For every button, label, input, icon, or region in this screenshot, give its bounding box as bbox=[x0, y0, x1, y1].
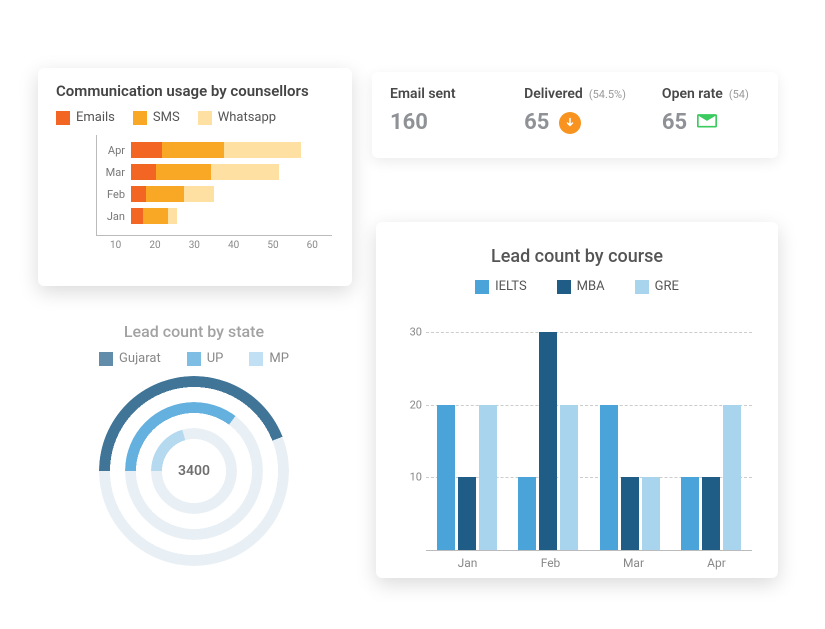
course-bar-mba bbox=[458, 477, 476, 550]
state-radial-chart: 3400 bbox=[99, 376, 289, 566]
comm-seg-emails bbox=[131, 186, 146, 202]
course-bar-ielts bbox=[681, 477, 699, 550]
course-title: Lead count by course bbox=[396, 246, 758, 267]
legend-gre: GRE bbox=[635, 279, 679, 294]
course-bar-mba bbox=[702, 477, 720, 550]
swatch-emails bbox=[56, 111, 70, 125]
legend-ielts: IELTS bbox=[475, 279, 527, 294]
course-legend: IELTS MBA GRE bbox=[396, 279, 758, 294]
open-rate-value: 65 bbox=[662, 110, 687, 135]
legend-gujarat: Gujarat bbox=[99, 351, 161, 366]
course-bar-ielts bbox=[600, 405, 618, 550]
state-title: Lead count by state bbox=[54, 322, 334, 341]
comm-seg-sms bbox=[146, 186, 183, 202]
comm-seg-emails bbox=[131, 142, 162, 158]
course-bar-gre bbox=[723, 405, 741, 550]
legend-emails: Emails bbox=[56, 110, 115, 125]
stat-delivered: Delivered(54.5%) 65 bbox=[506, 72, 644, 158]
comm-seg-whatsapp bbox=[211, 164, 279, 180]
communication-usage-chart: AprMarFebJan 102030405060 bbox=[62, 135, 332, 275]
course-bar-gre bbox=[479, 405, 497, 550]
course-group-mar bbox=[589, 310, 671, 550]
comm-ylabel: Jan bbox=[97, 210, 131, 223]
communication-usage-legend: Emails SMS Whatsapp bbox=[56, 110, 334, 125]
stat-open-rate: Open rate(54) 65 bbox=[644, 72, 778, 158]
envelope-icon bbox=[697, 112, 717, 133]
comm-seg-emails bbox=[131, 208, 143, 224]
comm-seg-whatsapp bbox=[168, 208, 177, 224]
course-plot: 102030 bbox=[426, 310, 752, 550]
swatch-whatsapp bbox=[198, 111, 212, 125]
course-group-apr bbox=[671, 310, 753, 550]
comm-seg-sms bbox=[162, 142, 224, 158]
state-total: 3400 bbox=[178, 463, 210, 479]
swatch-sms bbox=[133, 111, 147, 125]
comm-seg-sms bbox=[143, 208, 168, 224]
comm-row-apr: Apr bbox=[97, 139, 332, 161]
course-bar-gre bbox=[642, 477, 660, 550]
delivered-value: 65 bbox=[524, 110, 549, 135]
legend-sms: SMS bbox=[133, 110, 180, 125]
legend-up: UP bbox=[187, 351, 224, 366]
course-bar-ielts bbox=[437, 405, 455, 550]
course-bar-ielts bbox=[518, 477, 536, 550]
course-bar-gre bbox=[560, 405, 578, 550]
dashboard-stage: Communication usage by counsellors Email… bbox=[0, 0, 825, 629]
comm-row-jan: Jan bbox=[97, 205, 332, 227]
course-group-jan bbox=[426, 310, 508, 550]
email-stats-card: Email sent 160 Delivered(54.5%) 65 Open … bbox=[372, 72, 778, 158]
state-legend: Gujarat UP MP bbox=[54, 351, 334, 366]
course-bar-mba bbox=[539, 332, 557, 550]
comm-ylabel: Apr bbox=[97, 144, 131, 157]
comm-ylabel: Mar bbox=[97, 166, 131, 179]
legend-mp: MP bbox=[249, 351, 289, 366]
lead-count-by-course-card: Lead count by course IELTS MBA GRE 10203… bbox=[376, 222, 778, 578]
comm-seg-sms bbox=[156, 164, 212, 180]
comm-seg-emails bbox=[131, 164, 156, 180]
course-group-feb bbox=[508, 310, 590, 550]
stat-email-sent: Email sent 160 bbox=[372, 72, 506, 158]
legend-whatsapp: Whatsapp bbox=[198, 110, 276, 125]
down-arrow-icon bbox=[559, 112, 581, 134]
comm-ylabel: Feb bbox=[97, 188, 131, 201]
email-sent-value: 160 bbox=[390, 110, 428, 135]
communication-usage-card: Communication usage by counsellors Email… bbox=[38, 68, 352, 286]
comm-seg-whatsapp bbox=[224, 142, 301, 158]
comm-row-mar: Mar bbox=[97, 161, 332, 183]
communication-usage-title: Communication usage by counsellors bbox=[56, 82, 334, 100]
course-bar-mba bbox=[621, 477, 639, 550]
legend-mba: MBA bbox=[557, 279, 605, 294]
lead-count-by-state: Lead count by state Gujarat UP MP 3400 bbox=[54, 322, 334, 566]
comm-seg-whatsapp bbox=[184, 186, 215, 202]
comm-row-feb: Feb bbox=[97, 183, 332, 205]
